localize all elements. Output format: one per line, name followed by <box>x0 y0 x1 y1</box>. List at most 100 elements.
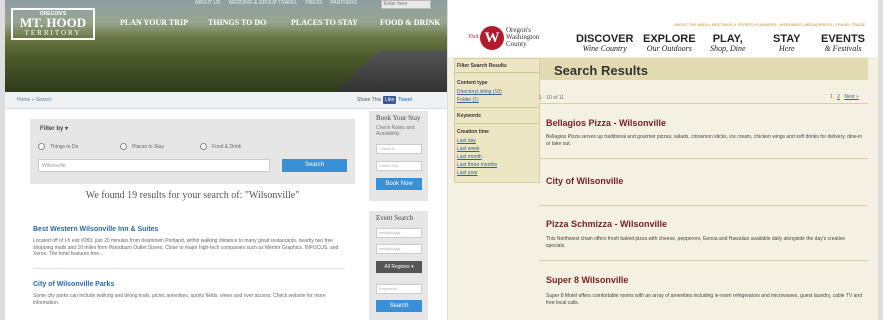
regions-dropdown[interactable]: All Regions ▾ <box>376 261 422 273</box>
event-keywords-input[interactable]: Keywords <box>376 284 422 294</box>
filter-title[interactable]: Filter by ▾ <box>40 125 68 132</box>
nav-food-drink[interactable]: FOOD & DRINK <box>380 18 440 30</box>
filter-sidebar: Filter Search Results Content type Direc… <box>454 58 540 183</box>
visit-label: Visit <box>468 34 479 40</box>
result-title-schmizza[interactable]: Pizza Schmizza - Wilsonville <box>546 219 667 229</box>
event-date-from[interactable]: mm/dd/yyyy <box>376 228 422 238</box>
search-button[interactable]: Search <box>282 159 347 172</box>
time-last-year[interactable]: Last year <box>457 170 478 176</box>
top-search-input[interactable]: Enter here <box>381 0 431 9</box>
nav-play[interactable]: PLAY, Shop, Dine <box>710 34 746 53</box>
nav-things-to-do[interactable]: THINGS TO DO <box>208 18 266 30</box>
nav-sub: Shop, Dine <box>710 44 746 53</box>
county-logo-icon[interactable]: W <box>480 26 504 50</box>
event-search-button[interactable]: Search <box>376 300 422 312</box>
nav-sub: & Festivals <box>824 44 862 53</box>
top-link-wedding[interactable]: WEDDING & GROUP TRAVEL <box>228 0 297 8</box>
time-last-day[interactable]: Last day <box>457 138 476 144</box>
result-count: 1 - 10 of 11 <box>539 95 564 101</box>
nav-discover[interactable]: DISCOVER Wine Country <box>576 34 633 53</box>
result-desc: This Northwest chain offers fresh baked … <box>546 236 846 249</box>
book-now-button[interactable]: Book Now <box>376 178 422 190</box>
check-out-input[interactable]: Check Out <box>376 161 422 171</box>
event-search-title: Event Search <box>376 214 414 222</box>
mt-hood-site: ABOUT US WEDDING & GROUP TRAVEL PRESS PA… <box>5 0 447 320</box>
site-logo[interactable]: OREGON'S MT. HOOD TERRITORY <box>11 8 95 40</box>
book-stay-subtitle: Check Rates and Availability <box>376 125 415 137</box>
result-desc: Super 8 Motel offers comfortable rooms w… <box>546 293 862 306</box>
book-stay-title: Book Your Stay <box>376 114 421 122</box>
nav-stay[interactable]: STAY Here <box>773 34 801 53</box>
result-title-parks[interactable]: City of Wilsonville Parks <box>33 281 114 288</box>
result-title-best-western[interactable]: Best Western Wilsonville Inn & Suites <box>33 226 158 233</box>
radio-icon[interactable] <box>200 143 207 150</box>
search-input[interactable]: Wilsonville <box>38 159 270 172</box>
radio-icon[interactable] <box>120 143 127 150</box>
result-desc: Located off of I-5 exit #283, just 20 mi… <box>33 238 339 257</box>
radio-icon[interactable] <box>38 143 45 150</box>
top-link-partners[interactable]: PARTNERS <box>330 0 357 8</box>
divider <box>455 72 539 73</box>
filter-title: Filter Search Results <box>457 63 507 69</box>
check-in-input[interactable]: Check In <box>376 144 422 154</box>
result-title-city[interactable]: City of Wilsonville <box>546 176 623 186</box>
washington-county-site: Visit W Oregon's Washington County ABOUT… <box>448 0 878 320</box>
radio-food-drink[interactable]: Food & Drink <box>200 143 241 150</box>
logo-text-line: County <box>506 40 527 48</box>
tweet-button[interactable]: Tweet <box>398 97 412 103</box>
divider <box>539 260 868 261</box>
top-link-press[interactable]: PRESS <box>305 0 322 8</box>
logo-text[interactable]: Oregon's Washington County <box>506 27 539 48</box>
time-last-month[interactable]: Last month <box>457 154 482 160</box>
filter-panel: Filter by ▾ Things to Do Places to Stay … <box>30 119 355 184</box>
nav-sub: Our Outdoors <box>646 44 692 53</box>
top-link-about[interactable]: ABOUT US <box>195 0 220 8</box>
utility-links[interactable]: ABOUT THE AREA | MEETINGS & SPORTS PLANN… <box>674 22 865 27</box>
page-title: Search Results <box>554 63 648 78</box>
nav-sub: Here <box>778 44 795 53</box>
type-directory-listing[interactable]: DirectoryListing (10) <box>457 89 502 95</box>
result-desc: Bellagios Pizza serves up traditional an… <box>546 134 863 147</box>
event-date-to[interactable]: mm/dd/yyyy <box>376 244 422 254</box>
divider <box>539 205 868 206</box>
results-summary: We found 19 results for your search of: … <box>85 190 300 201</box>
divider <box>539 158 868 159</box>
nav-plan-trip[interactable]: PLAN YOUR TRIP <box>120 18 188 30</box>
content-type-heading: Content type <box>457 80 488 86</box>
logo-line2: MT. HOOD <box>19 15 87 30</box>
radio-label: Places to Stay <box>132 143 164 150</box>
pagination: 1 2 Next » <box>827 94 859 100</box>
keywords-heading: Keywords <box>457 113 481 119</box>
next-page-link[interactable]: Next » <box>844 94 858 100</box>
page-2[interactable]: 2 <box>837 94 840 100</box>
creation-time-heading: Creation time <box>457 129 489 135</box>
nav-explore[interactable]: EXPLORE Our Outdoors <box>643 34 696 53</box>
page-1[interactable]: 1 <box>830 94 833 100</box>
radio-places-to-stay[interactable]: Places to Stay <box>120 143 164 150</box>
facebook-like-button[interactable]: Like <box>383 96 397 104</box>
divider <box>33 268 345 269</box>
nav-places-to-stay[interactable]: PLACES TO STAY <box>291 18 358 30</box>
radio-label: Food & Drink <box>212 143 242 150</box>
radio-things-to-do[interactable]: Things to Do <box>38 143 78 150</box>
logo-line3: TERRITORY <box>24 29 82 37</box>
time-last-three-months[interactable]: Last three months <box>457 162 497 168</box>
header-banner: ABOUT US WEDDING & GROUP TRAVEL PRESS PA… <box>5 0 447 92</box>
type-folder[interactable]: Folder (1) <box>457 97 479 103</box>
time-last-week[interactable]: Last week <box>457 146 480 152</box>
divider <box>539 103 868 104</box>
book-stay-panel: Book Your Stay Check Rates and Availabil… <box>369 111 428 201</box>
composite-screenshot: ABOUT US WEDDING & GROUP TRAVEL PRESS PA… <box>0 0 883 320</box>
nav-events[interactable]: EVENTS & Festivals <box>821 34 865 53</box>
divider <box>455 123 539 124</box>
top-links: ABOUT US WEDDING & GROUP TRAVEL PRESS PA… <box>195 0 357 8</box>
event-search-panel: Event Search mm/dd/yyyy mm/dd/yyyy All R… <box>369 211 428 320</box>
radio-label: Things to Do <box>50 143 79 150</box>
breadcrumb-bar: Home » Search Share This Like Tweet <box>5 92 447 109</box>
result-title-bellagios[interactable]: Bellagios Pizza - Wilsonville <box>546 118 666 128</box>
result-title-super8[interactable]: Super 8 Wilsonville <box>546 275 628 285</box>
breadcrumb[interactable]: Home » Search <box>17 97 52 103</box>
nav-sub: Wine Country <box>582 44 627 53</box>
divider <box>455 107 539 108</box>
share-label: Share This <box>357 97 382 103</box>
